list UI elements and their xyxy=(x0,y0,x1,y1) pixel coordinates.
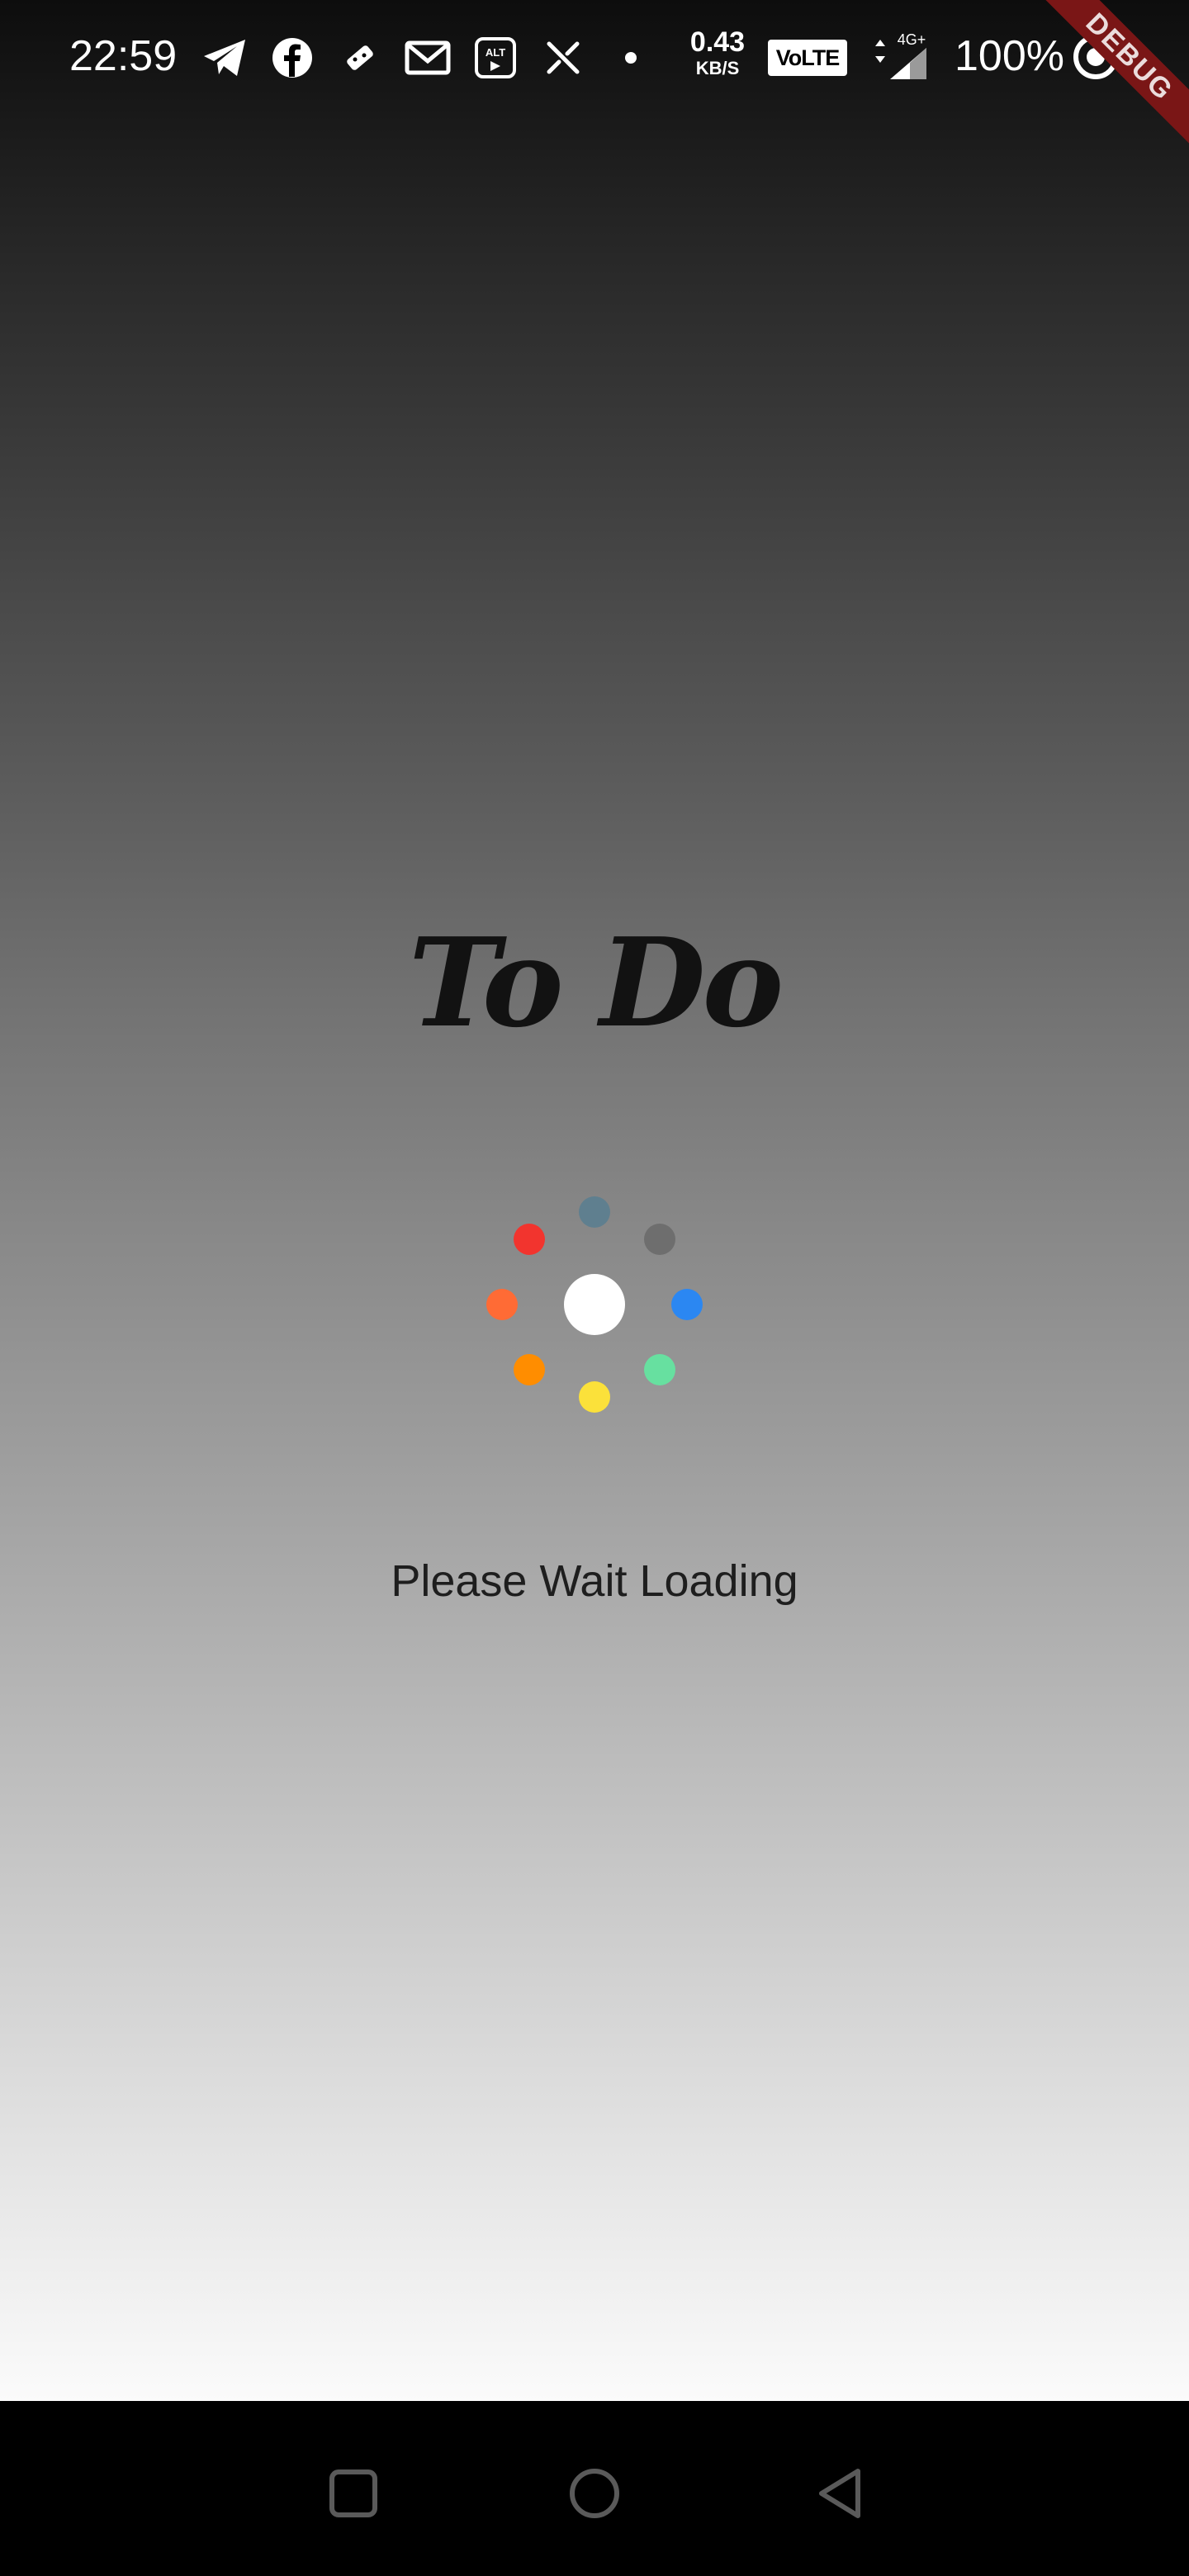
app-title: To Do xyxy=(408,911,784,1054)
spinner-dot xyxy=(486,1289,518,1320)
network-speed-value: 0.43 xyxy=(689,26,746,58)
home-button[interactable] xyxy=(561,2460,628,2526)
battery-percentage: 100% xyxy=(955,32,1064,80)
svg-text:ALT: ALT xyxy=(486,46,505,59)
spinner-dot xyxy=(513,1223,545,1255)
game-controller-icon xyxy=(337,35,383,81)
recents-button[interactable] xyxy=(320,2460,386,2526)
back-icon xyxy=(819,2469,860,2518)
alt-balaji-icon: ALT xyxy=(472,35,519,81)
network-speed-unit: KB/S xyxy=(695,58,740,78)
recents-icon xyxy=(329,2469,377,2517)
home-icon xyxy=(570,2469,619,2518)
status-bar: 22:59 ALT 0.43 KB/S VoLTE 4G+ 100% DEBUG xyxy=(0,0,1189,159)
spinner-dot xyxy=(513,1354,545,1386)
spinner-dot xyxy=(644,1223,676,1255)
network-speed: 0.43 KB/S xyxy=(682,28,753,78)
spinner-dot xyxy=(644,1354,676,1386)
notification-icons: ALT xyxy=(201,31,654,84)
screen: 22:59 ALT 0.43 KB/S VoLTE 4G+ 100% DEBUG… xyxy=(0,0,1189,2576)
back-button[interactable] xyxy=(808,2460,874,2526)
dot-icon xyxy=(608,35,654,81)
signal-strength-icon: 4G+ xyxy=(875,31,926,79)
network-type-label: 4G+ xyxy=(898,31,926,48)
status-time: 22:59 xyxy=(69,32,178,80)
spinner-dot xyxy=(671,1289,703,1320)
spinner-dot xyxy=(579,1196,610,1228)
spinner-dot xyxy=(579,1381,610,1413)
telegram-icon xyxy=(201,35,248,81)
x-icon xyxy=(540,35,586,81)
volte-badge: VoLTE xyxy=(768,40,847,76)
splash-screen: 22:59 ALT 0.43 KB/S VoLTE 4G+ 100% DEBUG… xyxy=(0,0,1189,2401)
loading-message: Please Wait Loading xyxy=(391,1556,798,1606)
loading-spinner xyxy=(462,1172,727,1437)
gmail-icon xyxy=(405,35,451,81)
facebook-icon xyxy=(269,35,315,81)
spinner-center-dot xyxy=(564,1274,625,1335)
